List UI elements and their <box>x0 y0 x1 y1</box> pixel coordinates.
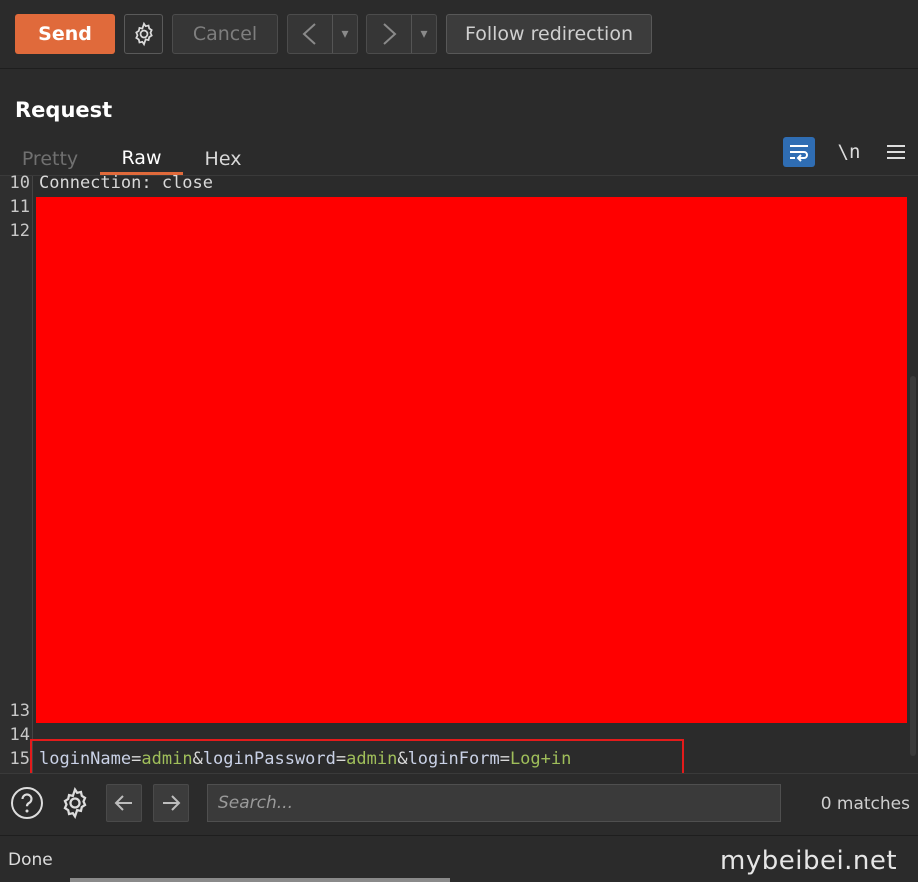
match-count: 0 matches <box>820 794 910 814</box>
forward-history-button[interactable]: ▾ <box>366 14 437 54</box>
line-number: 10 <box>9 173 30 193</box>
chevron-down-icon: ▾ <box>341 26 349 42</box>
chevron-left-icon <box>302 23 316 45</box>
toolbar: Send Cancel ▾ ▾ Follow redirection <box>0 0 918 69</box>
tab-raw[interactable]: Raw <box>100 143 183 175</box>
back-button[interactable] <box>288 15 333 53</box>
bottom-edge-stripe <box>70 878 450 882</box>
line-number: 13 <box>9 701 30 721</box>
line-number: 14 <box>9 725 30 745</box>
help-icon <box>11 787 43 819</box>
line-number: 11 <box>9 197 30 217</box>
status-text: Done <box>8 850 53 870</box>
header-line-connection: Connection: close <box>39 173 213 193</box>
chevron-right-icon <box>383 23 397 45</box>
cancel-button[interactable]: Cancel <box>172 14 278 54</box>
next-match-button[interactable] <box>153 784 189 822</box>
search-settings-button[interactable] <box>56 783 94 823</box>
arrow-left-icon <box>114 795 132 811</box>
help-button[interactable] <box>8 783 46 823</box>
show-newlines-toggle[interactable]: \n <box>834 137 864 167</box>
previous-match-button[interactable] <box>106 784 142 822</box>
repeater-window: Send Cancel ▾ ▾ Follow redirection Reque… <box>0 0 918 882</box>
search-input[interactable] <box>207 784 781 822</box>
settings-button[interactable] <box>124 14 163 54</box>
wrap-lines-toggle[interactable] <box>783 137 815 167</box>
wrap-lines-icon <box>790 145 808 162</box>
hamburger-menu-icon <box>887 145 905 159</box>
forward-button[interactable] <box>367 15 412 53</box>
follow-redirection-button[interactable]: Follow redirection <box>446 14 652 54</box>
line-number: 12 <box>9 221 30 241</box>
tab-hex[interactable]: Hex <box>190 143 256 175</box>
request-title: Request <box>15 98 113 122</box>
editor-scrollbar[interactable] <box>910 376 916 756</box>
highlight-annotation-box <box>30 739 684 775</box>
gear-icon <box>63 786 87 820</box>
back-dropdown[interactable]: ▾ <box>333 15 357 53</box>
request-editor[interactable]: 10 11 12 13 14 15 Connection: close logi… <box>0 173 918 775</box>
forward-dropdown[interactable]: ▾ <box>412 15 436 53</box>
line-number-gutter: 10 11 12 13 14 15 <box>0 173 33 774</box>
redaction-block <box>36 197 907 723</box>
search-bar: 0 matches <box>0 773 918 836</box>
line-number: 15 <box>9 749 30 769</box>
send-button[interactable]: Send <box>15 14 115 54</box>
watermark-text: mybeibei.net <box>720 846 898 876</box>
tab-pretty[interactable]: Pretty <box>10 143 90 175</box>
arrow-right-icon <box>163 795 181 811</box>
gear-icon <box>134 21 153 47</box>
chevron-down-icon: ▾ <box>420 26 428 42</box>
editor-menu-button[interactable] <box>882 137 910 167</box>
back-history-button[interactable]: ▾ <box>287 14 358 54</box>
